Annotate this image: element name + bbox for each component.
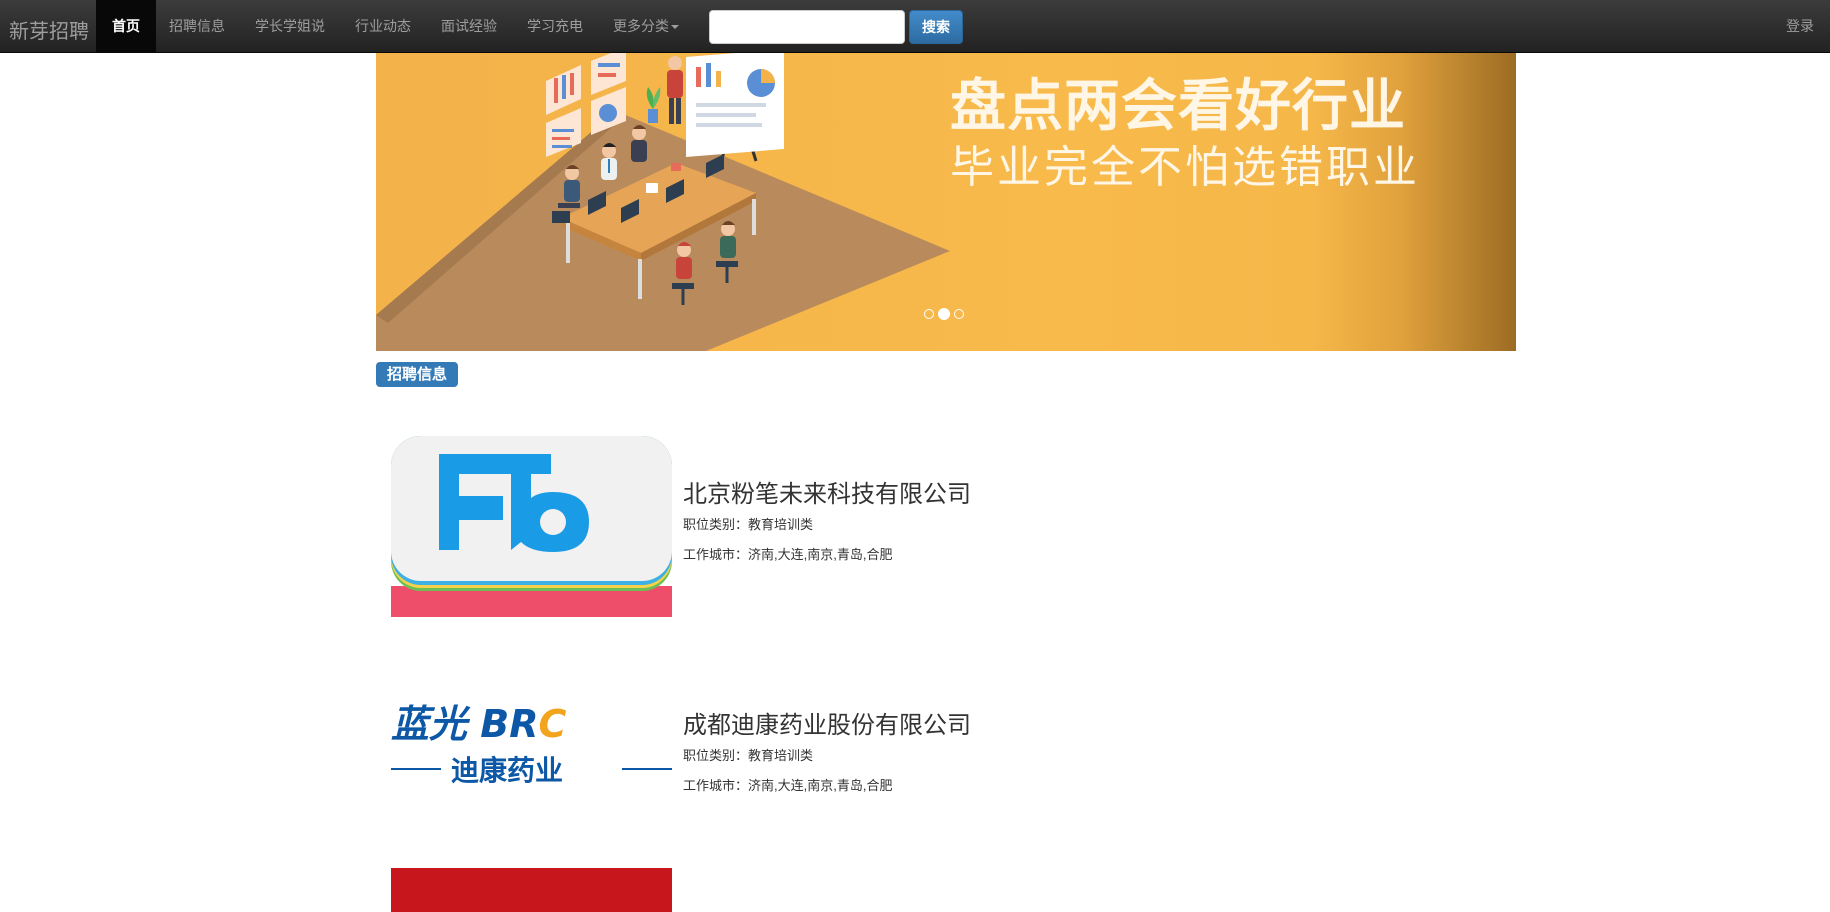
job-category-label: 职位类别： [683, 748, 749, 763]
nav-recruitment-info[interactable]: 招聘信息 [169, 0, 225, 53]
section-label-recruitment: 招聘信息 [376, 362, 458, 387]
top-navbar: 新芽招聘 首页 招聘信息 学长学姐说 行业动态 面试经验 学习充电 更多分类 搜… [0, 0, 1830, 53]
job-category: 职位类别：教育培训类 [683, 514, 813, 533]
caret-down-icon [671, 25, 679, 30]
job-category-value: 教育培训类 [748, 748, 814, 763]
job-category-value: 教育培训类 [748, 517, 814, 532]
nav-more-categories-dropdown[interactable]: 更多分类 [613, 0, 679, 53]
work-cities-label: 工作城市： [683, 778, 749, 793]
work-cities: 工作城市：济南,大连,南京,青岛,合肥 [683, 775, 892, 794]
search-input[interactable] [709, 10, 905, 44]
banner-subline: 毕业完全不怕选错职业 [950, 143, 1420, 192]
company-name[interactable]: 北京粉笔未来科技有限公司 [683, 474, 971, 509]
brand-logo[interactable]: 新芽招聘 [9, 15, 89, 44]
company-logo-third[interactable] [391, 868, 672, 912]
login-link[interactable]: 登录 [1786, 0, 1814, 53]
work-cities-label: 工作城市： [683, 547, 749, 562]
carousel-dot-3[interactable] [954, 308, 964, 319]
search-button[interactable]: 搜索 [909, 10, 963, 44]
fb-logo-icon [391, 436, 672, 617]
carousel-dot-2[interactable] [938, 307, 950, 320]
brc-logo-icon: 蓝光 BRC 迪康药业 [391, 697, 672, 787]
nav-more-label: 更多分类 [613, 18, 669, 34]
job-category: 职位类别：教育培训类 [683, 745, 813, 764]
carousel-indicators [924, 305, 968, 323]
carousel-dot-1[interactable] [924, 308, 934, 319]
nav-home[interactable]: 首页 [96, 0, 156, 53]
nav-senior-talk[interactable]: 学长学姐说 [255, 0, 325, 53]
nav-interview-experience[interactable]: 面试经验 [441, 0, 497, 53]
company-logo-dikang[interactable]: 蓝光 BRC 迪康药业 [391, 697, 672, 787]
nav-study[interactable]: 学习充电 [527, 0, 583, 53]
company-name[interactable]: 成都迪康药业股份有限公司 [683, 705, 971, 740]
work-cities-value: 济南,大连,南京,青岛,合肥 [748, 778, 893, 793]
banner-headline: 盘点两会看好行业 [950, 74, 1406, 137]
work-cities: 工作城市：济南,大连,南京,青岛,合肥 [683, 544, 892, 563]
company-logo-fenbi[interactable] [391, 436, 672, 617]
banner-carousel[interactable]: 盘点两会看好行业 毕业完全不怕选错职业 [376, 53, 1516, 351]
svg-text:蓝光 BRC: 蓝光 BRC [391, 702, 566, 746]
job-category-label: 职位类别： [683, 517, 749, 532]
svg-text:迪康药业: 迪康药业 [451, 754, 563, 787]
nav-industry-news[interactable]: 行业动态 [355, 0, 411, 53]
work-cities-value: 济南,大连,南京,青岛,合肥 [748, 547, 893, 562]
